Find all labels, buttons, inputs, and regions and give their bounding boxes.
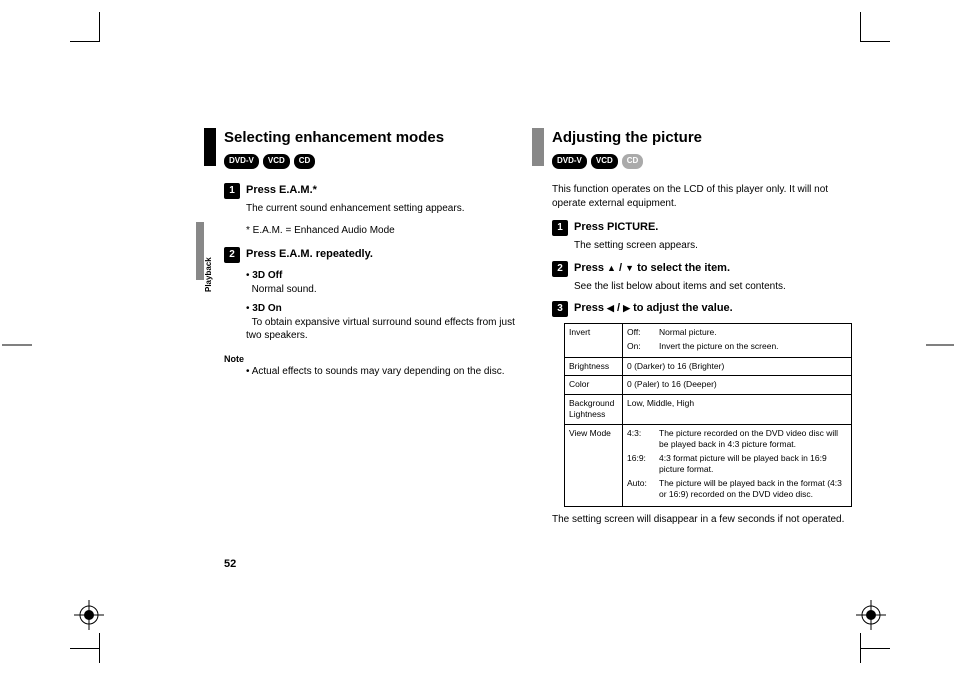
step-title: Press ▲ / ▼ to select the item.	[574, 261, 730, 276]
step-1: 1 Press PICTURE.	[552, 220, 852, 236]
note-body: • Actual effects to sounds may vary depe…	[246, 365, 524, 379]
step-body: The current sound enhancement setting ap…	[246, 202, 524, 216]
crop-mark	[70, 648, 100, 678]
settings-table: Invert Off:Normal picture. On:Invert the…	[564, 323, 852, 507]
side-tab	[196, 222, 204, 280]
badge-vcd: VCD	[263, 154, 290, 169]
step-2: 2 Press E.A.M. repeatedly.	[224, 247, 524, 263]
column-left: Selecting enhancement modes DVD-V VCD CD…	[224, 128, 524, 526]
cell-val: Low, Middle, High	[623, 394, 852, 424]
intro-text: This function operates on the LCD of thi…	[552, 183, 852, 210]
crop-mark	[860, 12, 890, 42]
cell-val: 4:3:The picture recorded on the DVD vide…	[623, 424, 852, 506]
left-arrow-icon: ◀	[607, 302, 614, 314]
option-3d-on: • 3D On To obtain expansive virtual surr…	[246, 302, 524, 343]
cell-key: Invert	[565, 324, 623, 358]
badge-cd-disabled: CD	[622, 154, 644, 169]
step-number-icon: 2	[224, 247, 240, 263]
step-2: 2 Press ▲ / ▼ to select the item.	[552, 261, 852, 277]
heading-accent	[204, 128, 216, 166]
option-3d-off: • 3D Off Normal sound.	[246, 269, 524, 296]
step-number-icon: 2	[552, 261, 568, 277]
option-body: Normal sound.	[252, 284, 317, 295]
up-arrow-icon: ▲	[607, 262, 616, 274]
heading-picture: Adjusting the picture	[552, 128, 852, 148]
registration-mark-icon	[74, 600, 104, 630]
registration-mark-icon	[856, 600, 886, 630]
table-row: Brightness 0 (Darker) to 16 (Brighter)	[565, 357, 852, 375]
step-body: See the list below about items and set c…	[574, 280, 852, 294]
step-title: Press E.A.M.*	[246, 183, 317, 198]
note-heading: Note	[224, 353, 524, 365]
table-row: Color 0 (Paler) to 16 (Deeper)	[565, 376, 852, 394]
crop-mark	[70, 12, 100, 42]
badge-cd: CD	[294, 154, 316, 169]
step-number-icon: 3	[552, 301, 568, 317]
down-arrow-icon: ▼	[625, 262, 634, 274]
step-1: 1 Press E.A.M.*	[224, 183, 524, 199]
format-badges: DVD-V VCD CD	[224, 154, 524, 169]
cell-val: 0 (Darker) to 16 (Brighter)	[623, 357, 852, 375]
step-number-icon: 1	[224, 183, 240, 199]
column-right: Adjusting the picture DVD-V VCD CD This …	[552, 128, 852, 526]
step-title: Press E.A.M. repeatedly.	[246, 247, 373, 262]
badge-vcd: VCD	[591, 154, 618, 169]
crop-mark	[860, 648, 890, 678]
step-body: The setting screen appears.	[574, 239, 852, 253]
step-title: Press PICTURE.	[574, 220, 658, 235]
badge-dvdv: DVD-V	[552, 154, 587, 169]
cell-key: Color	[565, 376, 623, 394]
cell-key: Brightness	[565, 357, 623, 375]
heading-enhancement: Selecting enhancement modes	[224, 128, 524, 148]
table-row: Background Lightness Low, Middle, High	[565, 394, 852, 424]
registration-mark-icon	[926, 330, 954, 360]
badge-dvdv: DVD-V	[224, 154, 259, 169]
option-body: To obtain expansive virtual surround sou…	[246, 317, 515, 342]
table-row: View Mode 4:3:The picture recorded on th…	[565, 424, 852, 506]
side-label: Playback	[204, 257, 213, 292]
right-arrow-icon: ▶	[623, 302, 630, 314]
cell-val: 0 (Paler) to 16 (Deeper)	[623, 376, 852, 394]
cell-key: Background Lightness	[565, 394, 623, 424]
outro-text: The setting screen will disappear in a f…	[552, 513, 852, 527]
table-row: Invert Off:Normal picture. On:Invert the…	[565, 324, 852, 358]
step-footnote: * E.A.M. = Enhanced Audio Mode	[246, 224, 524, 238]
step-3: 3 Press ◀ / ▶ to adjust the value.	[552, 301, 852, 317]
page-number: 52	[224, 558, 236, 570]
step-number-icon: 1	[552, 220, 568, 236]
step-title: Press ◀ / ▶ to adjust the value.	[574, 301, 733, 316]
registration-mark-icon	[2, 330, 32, 360]
format-badges: DVD-V VCD CD	[552, 154, 852, 169]
cell-key: View Mode	[565, 424, 623, 506]
cell-val: Off:Normal picture. On:Invert the pictur…	[623, 324, 852, 358]
heading-accent	[532, 128, 544, 166]
